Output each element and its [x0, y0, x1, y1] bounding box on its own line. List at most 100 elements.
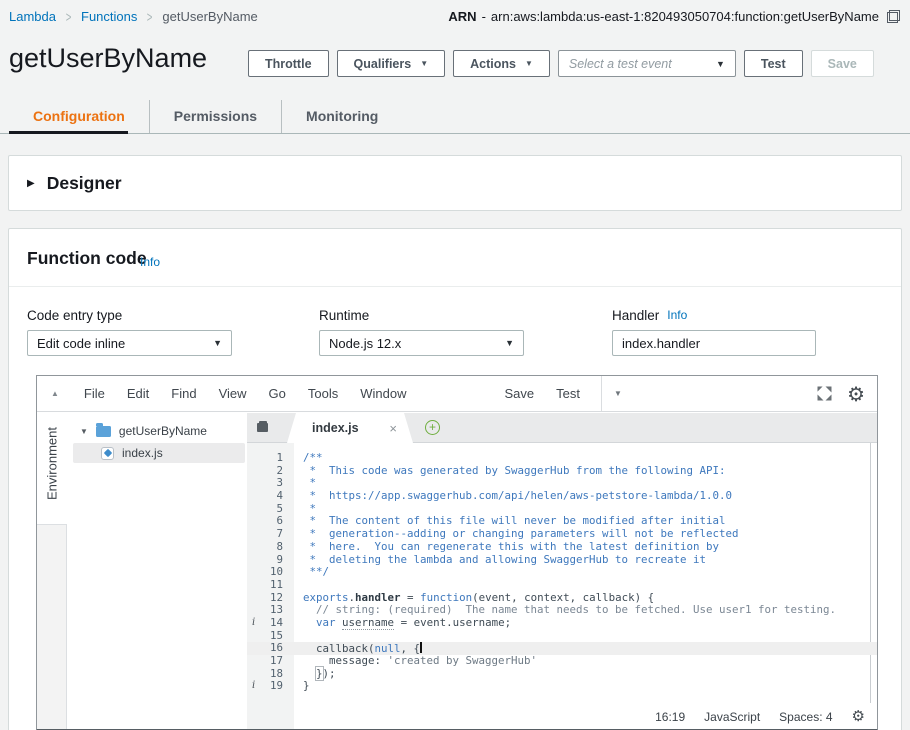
editor-menu-go[interactable]: Go [258, 386, 297, 401]
runtime-label: Runtime [319, 308, 369, 323]
copy-arn-icon[interactable] [887, 10, 900, 23]
designer-title: Designer [47, 173, 122, 194]
tab-monitoring[interactable]: Monitoring [281, 100, 402, 133]
line-number: 3 [247, 477, 294, 490]
environment-strip: Environment [37, 413, 67, 729]
function-code-info-link[interactable]: Info [140, 255, 160, 269]
close-tab-icon[interactable]: × [389, 421, 397, 436]
chevron-down-icon: ▼ [505, 338, 514, 348]
line-number: 1 [247, 452, 294, 465]
breadcrumb-separator-icon: > [66, 8, 72, 26]
tabs-baseline [0, 133, 910, 134]
breadcrumb-item-functions[interactable]: Functions [81, 9, 137, 24]
code-line-15[interactable]: 15 [247, 630, 877, 643]
save-button[interactable]: Save [811, 50, 874, 77]
code-line-18[interactable]: 18 }); [247, 668, 877, 681]
gutter-info-icon[interactable]: i [252, 680, 255, 693]
test-options-caret-icon[interactable]: ▼ [614, 389, 622, 398]
code-text: * deleting the lambda and allowing Swagg… [294, 554, 706, 567]
function-code-panel: Function code Info Code entry type Runti… [8, 228, 902, 730]
divider [9, 286, 901, 287]
top-bar: Lambda>Functions>getUserByName ARN - arn… [0, 0, 910, 32]
editor-menu-edit[interactable]: Edit [116, 386, 160, 401]
code-line-17[interactable]: 17 message: 'created by SwaggerHub' [247, 655, 877, 668]
code-text: } [294, 680, 310, 693]
code-line-4[interactable]: 4 * https://app.swaggerhub.com/api/helen… [247, 490, 877, 503]
runtime-select[interactable]: Node.js 12.x▼ [319, 330, 524, 356]
fullscreen-icon[interactable] [817, 386, 832, 401]
editor-pane: index.js × + 1/**2 * This code was gener… [247, 413, 877, 729]
indent-setting[interactable]: Spaces: 4 [779, 710, 832, 724]
tree-file-label: index.js [122, 446, 163, 460]
language-mode[interactable]: JavaScript [704, 710, 760, 724]
line-number: 19i [247, 680, 294, 693]
actions-button[interactable]: Actions▼ [453, 50, 550, 77]
folder-icon [96, 426, 111, 437]
code-line-14[interactable]: 14i var username = event.username; [247, 617, 877, 630]
breadcrumb-separator-icon: > [147, 8, 153, 26]
status-settings-gear-icon[interactable]: ⚙ [852, 709, 865, 724]
tree-folder-label: getUserByName [119, 424, 207, 438]
breadcrumb: Lambda>Functions>getUserByName [9, 9, 258, 24]
code-text: * This code was generated by SwaggerHub … [294, 465, 726, 478]
code-line-2[interactable]: 2 * This code was generated by SwaggerHu… [247, 465, 877, 478]
editor-statusbar: 16:19 JavaScript Spaces: 4 ⚙ [655, 709, 865, 724]
tree-folder-row[interactable]: ▼ getUserByName [67, 421, 245, 441]
environment-label: Environment [45, 415, 60, 513]
arn-value: arn:aws:lambda:us-east-1:820493050704:fu… [491, 9, 879, 24]
handler-input[interactable]: index.handler [612, 330, 816, 356]
tree-file-row[interactable]: index.js [73, 443, 245, 463]
code-entry-type-label: Code entry type [27, 308, 122, 323]
tab-configuration[interactable]: Configuration [9, 100, 149, 133]
chevron-down-icon: ▼ [213, 338, 222, 348]
code-line-10[interactable]: 10 **/ [247, 566, 877, 579]
arn-dash: - [482, 9, 486, 24]
editor-save-menu[interactable]: Save [493, 386, 545, 401]
test-event-select[interactable]: Select a test event ▼ [558, 50, 736, 77]
line-number: 14i [247, 617, 294, 630]
editor-tab-label: index.js [312, 421, 359, 435]
new-tab-plus-icon[interactable]: + [425, 420, 440, 435]
editor-menu-tools[interactable]: Tools [297, 386, 349, 401]
tab-list-icon[interactable] [257, 421, 270, 434]
code-line-19[interactable]: 19i} [247, 680, 877, 693]
function-code-title: Function code [27, 248, 147, 269]
line-number: 17 [247, 655, 294, 668]
line-number: 5 [247, 503, 294, 516]
code-area[interactable]: 1/**2 * This code was generated by Swagg… [247, 443, 877, 729]
throttle-button[interactable]: Throttle [248, 50, 329, 77]
editor-tabbar: index.js × + [247, 413, 877, 443]
editor-test-menu[interactable]: Test [545, 386, 591, 401]
editor-tab-indexjs[interactable]: index.js × [287, 413, 413, 443]
chevron-down-icon: ▼ [716, 59, 725, 69]
collapse-editor-icon[interactable]: ▲ [51, 389, 59, 398]
tree-expand-caret-icon[interactable]: ▼ [80, 427, 88, 436]
tab-permissions[interactable]: Permissions [149, 100, 281, 133]
text-cursor [420, 642, 422, 653]
code-line-9[interactable]: 9 * deleting the lambda and allowing Swa… [247, 554, 877, 567]
qualifiers-button[interactable]: Qualifiers▼ [337, 50, 446, 77]
handler-info-link[interactable]: Info [667, 308, 687, 323]
expand-triangle-icon: ▶ [27, 178, 35, 189]
editor-menubar: ▲ FileEditFindViewGoToolsWindow Save Tes… [37, 376, 877, 412]
code-entry-type-select[interactable]: Edit code inline▼ [27, 330, 232, 356]
javascript-file-icon [101, 447, 114, 460]
code-text: }); [294, 668, 336, 681]
editor-menu-view[interactable]: View [208, 386, 258, 401]
line-number: 2 [247, 465, 294, 478]
designer-panel: ▶ Designer [8, 155, 902, 211]
file-tree: ▼ getUserByName index.js [67, 413, 247, 729]
test-button[interactable]: Test [744, 50, 803, 77]
editor-menu-file[interactable]: File [73, 386, 116, 401]
editor-settings-gear-icon[interactable]: ⚙ [847, 384, 865, 404]
handler-label: Handler Info [612, 308, 687, 323]
designer-toggle[interactable]: ▶ Designer [9, 156, 901, 210]
editor-menu-find[interactable]: Find [160, 386, 207, 401]
editor-menu-window[interactable]: Window [349, 386, 417, 401]
gutter-info-icon[interactable]: i [252, 617, 255, 630]
function-arn: ARN - arn:aws:lambda:us-east-1:820493050… [448, 9, 900, 24]
editor-main: Environment ▼ getUserByName index.js in [37, 413, 877, 729]
chevron-down-icon: ▼ [420, 59, 428, 68]
cursor-position[interactable]: 16:19 [655, 710, 685, 724]
breadcrumb-item-lambda[interactable]: Lambda [9, 9, 56, 24]
